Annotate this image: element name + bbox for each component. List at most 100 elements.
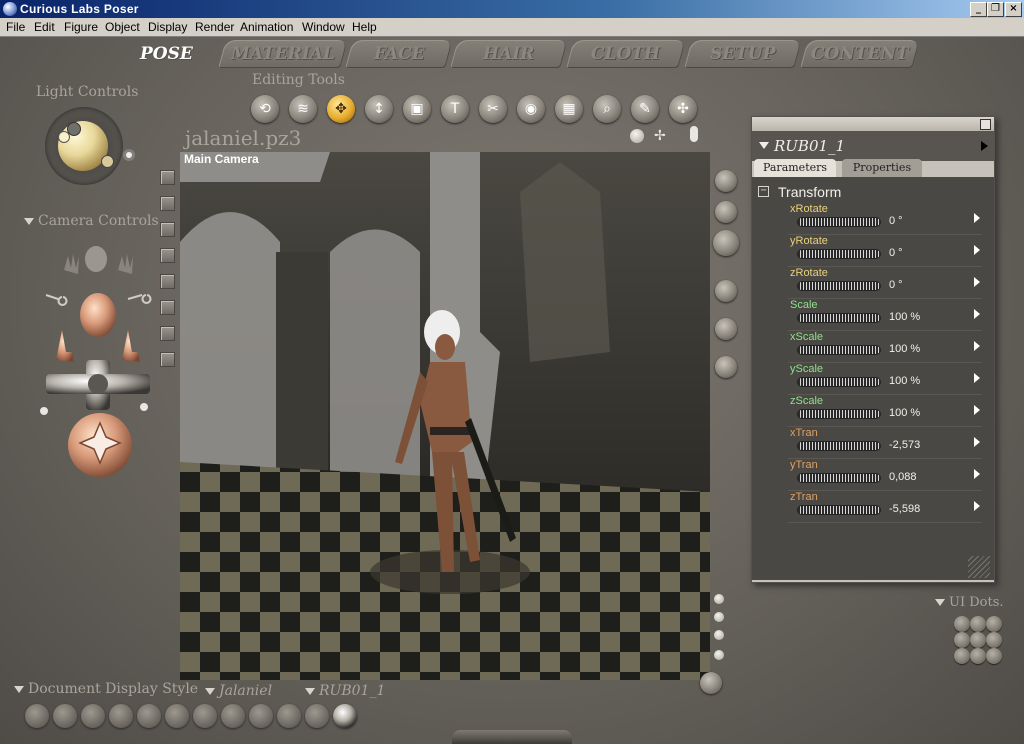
parameter-menu-arrow-icon[interactable] (974, 501, 980, 511)
tracking-dot-3[interactable] (714, 630, 724, 640)
menu-window[interactable]: Window (302, 20, 345, 34)
group-collapse-icon[interactable]: − (758, 186, 769, 197)
scale-dot-left[interactable] (40, 407, 48, 415)
parameter-dial[interactable] (798, 314, 880, 322)
menu-edit[interactable]: Edit (34, 20, 55, 34)
style-wireframe-icon[interactable] (81, 704, 105, 728)
parameter-menu-arrow-icon[interactable] (974, 309, 980, 319)
parameter-dial[interactable] (798, 378, 880, 386)
parameter-menu-arrow-icon[interactable] (974, 277, 980, 287)
parameter-value[interactable]: 0 ° (889, 215, 903, 227)
view-shadow-icon[interactable] (715, 318, 737, 340)
view-arrow-icon[interactable] (715, 356, 737, 378)
morph-brush-icon[interactable]: ✎ (631, 95, 659, 123)
style-silhouette-icon[interactable] (25, 704, 49, 728)
palette-resize-grip[interactable] (968, 556, 990, 578)
rotate-icon[interactable]: ⟲ (251, 95, 279, 123)
head-camera-icon[interactable] (80, 293, 116, 337)
parameter-value[interactable]: 100 % (889, 311, 920, 323)
camera-side-button-6[interactable] (160, 300, 175, 315)
menu-object[interactable]: Object (105, 20, 140, 34)
actor-menu-icon[interactable] (759, 142, 769, 149)
hand-right-icon[interactable] (118, 254, 133, 274)
menu-file[interactable]: File (6, 20, 25, 34)
twist-icon[interactable]: ≋ (289, 95, 317, 123)
scale-icon[interactable]: ▣ (403, 95, 431, 123)
palette-close-button[interactable] (980, 119, 991, 130)
minimize-button[interactable]: _ (970, 2, 987, 17)
view-main-icon[interactable] (713, 230, 739, 256)
tab-hair[interactable]: HAIR (450, 40, 568, 68)
key-right-icon[interactable] (127, 294, 152, 304)
style-texture-shaded-icon[interactable] (333, 704, 357, 728)
parameter-value[interactable]: 100 % (889, 343, 920, 355)
scale-dot-right[interactable] (140, 403, 148, 411)
parameter-value[interactable]: -2,573 (889, 439, 920, 451)
close-button[interactable]: × (1005, 2, 1022, 17)
menu-help[interactable]: Help (352, 20, 377, 34)
actor-name[interactable]: RUB01_1 (774, 137, 845, 155)
parameter-dial[interactable] (798, 442, 880, 450)
grouping-icon[interactable]: ▦ (555, 95, 583, 123)
parameter-menu-arrow-icon[interactable] (974, 437, 980, 447)
camera-side-button-3[interactable] (160, 222, 175, 237)
document-viewport[interactable]: Main Camera (180, 152, 710, 680)
style-smooth-shaded-icon[interactable] (277, 704, 301, 728)
fly-camera-icon[interactable] (630, 129, 644, 143)
actor-select[interactable]: RUB01_1 (305, 683, 385, 699)
camera-name-label[interactable]: Main Camera (184, 152, 259, 166)
parameter-value[interactable]: -5,598 (889, 503, 920, 515)
camera-side-button-2[interactable] (160, 196, 175, 211)
cross-center[interactable] (88, 374, 108, 394)
style-lit-wireframe-icon[interactable] (137, 704, 161, 728)
ui-dot-7[interactable] (954, 648, 970, 664)
ui-dot-2[interactable] (970, 616, 986, 632)
palette-menu-arrow-icon[interactable] (981, 141, 988, 151)
menu-animation[interactable]: Animation (240, 20, 293, 34)
tab-properties[interactable]: Properties (842, 159, 922, 177)
color-icon[interactable]: ◉ (517, 95, 545, 123)
menu-figure[interactable]: Figure (64, 20, 98, 34)
zoom-camera-icon[interactable] (690, 126, 698, 142)
ui-dots-label[interactable]: UI Dots. (935, 595, 1004, 610)
right-hand-camera-icon[interactable] (122, 330, 140, 362)
parameter-dial[interactable] (798, 506, 880, 514)
parameter-menu-arrow-icon[interactable] (974, 245, 980, 255)
move-camera-icon[interactable]: ✢ (654, 128, 666, 144)
parameter-value[interactable]: 100 % (889, 407, 920, 419)
tab-cloth[interactable]: CLOTH (566, 40, 686, 68)
style-outline-icon[interactable] (53, 704, 77, 728)
light-handle-2[interactable] (67, 122, 81, 136)
camera-controls-label[interactable]: Camera Controls (24, 213, 159, 229)
ui-dot-6[interactable] (986, 632, 1002, 648)
hand-left-icon[interactable] (64, 254, 79, 274)
tab-material[interactable]: MATERIAL (218, 40, 348, 68)
tab-pose[interactable]: POSE (116, 40, 216, 68)
parameter-dial[interactable] (798, 218, 880, 226)
tracking-dot-1[interactable] (714, 594, 724, 604)
menu-display[interactable]: Display (148, 20, 187, 34)
chain-break-icon[interactable]: ✂ (479, 95, 507, 123)
ui-dot-5[interactable] (970, 632, 986, 648)
camera-side-button-4[interactable] (160, 248, 175, 263)
parameter-value[interactable]: 0 ° (889, 279, 903, 291)
view-magnifier-icon[interactable]: ⌕ (593, 95, 621, 123)
ui-dot-1[interactable] (954, 616, 970, 632)
light-properties-icon[interactable] (126, 152, 132, 158)
parameter-dial[interactable] (798, 474, 880, 482)
parameter-value[interactable]: 0,088 (889, 471, 917, 483)
camera-side-button-7[interactable] (160, 326, 175, 341)
depth-cue-icon[interactable] (700, 672, 722, 694)
translate-in-out-icon[interactable]: ↕ (365, 95, 393, 123)
parameter-dial[interactable] (798, 282, 880, 290)
camera-side-button-5[interactable] (160, 274, 175, 289)
parameter-menu-arrow-icon[interactable] (974, 469, 980, 479)
parameter-dial[interactable] (798, 250, 880, 258)
ui-dot-3[interactable] (986, 616, 1002, 632)
palette-title-strip[interactable] (752, 117, 994, 131)
taper-icon[interactable]: T (441, 95, 469, 123)
camera-controls-widget[interactable] (36, 235, 166, 480)
tracking-dot-2[interactable] (714, 612, 724, 622)
figure-select[interactable]: Jalaniel (205, 683, 272, 699)
style-cartoon-line-icon[interactable] (249, 704, 273, 728)
